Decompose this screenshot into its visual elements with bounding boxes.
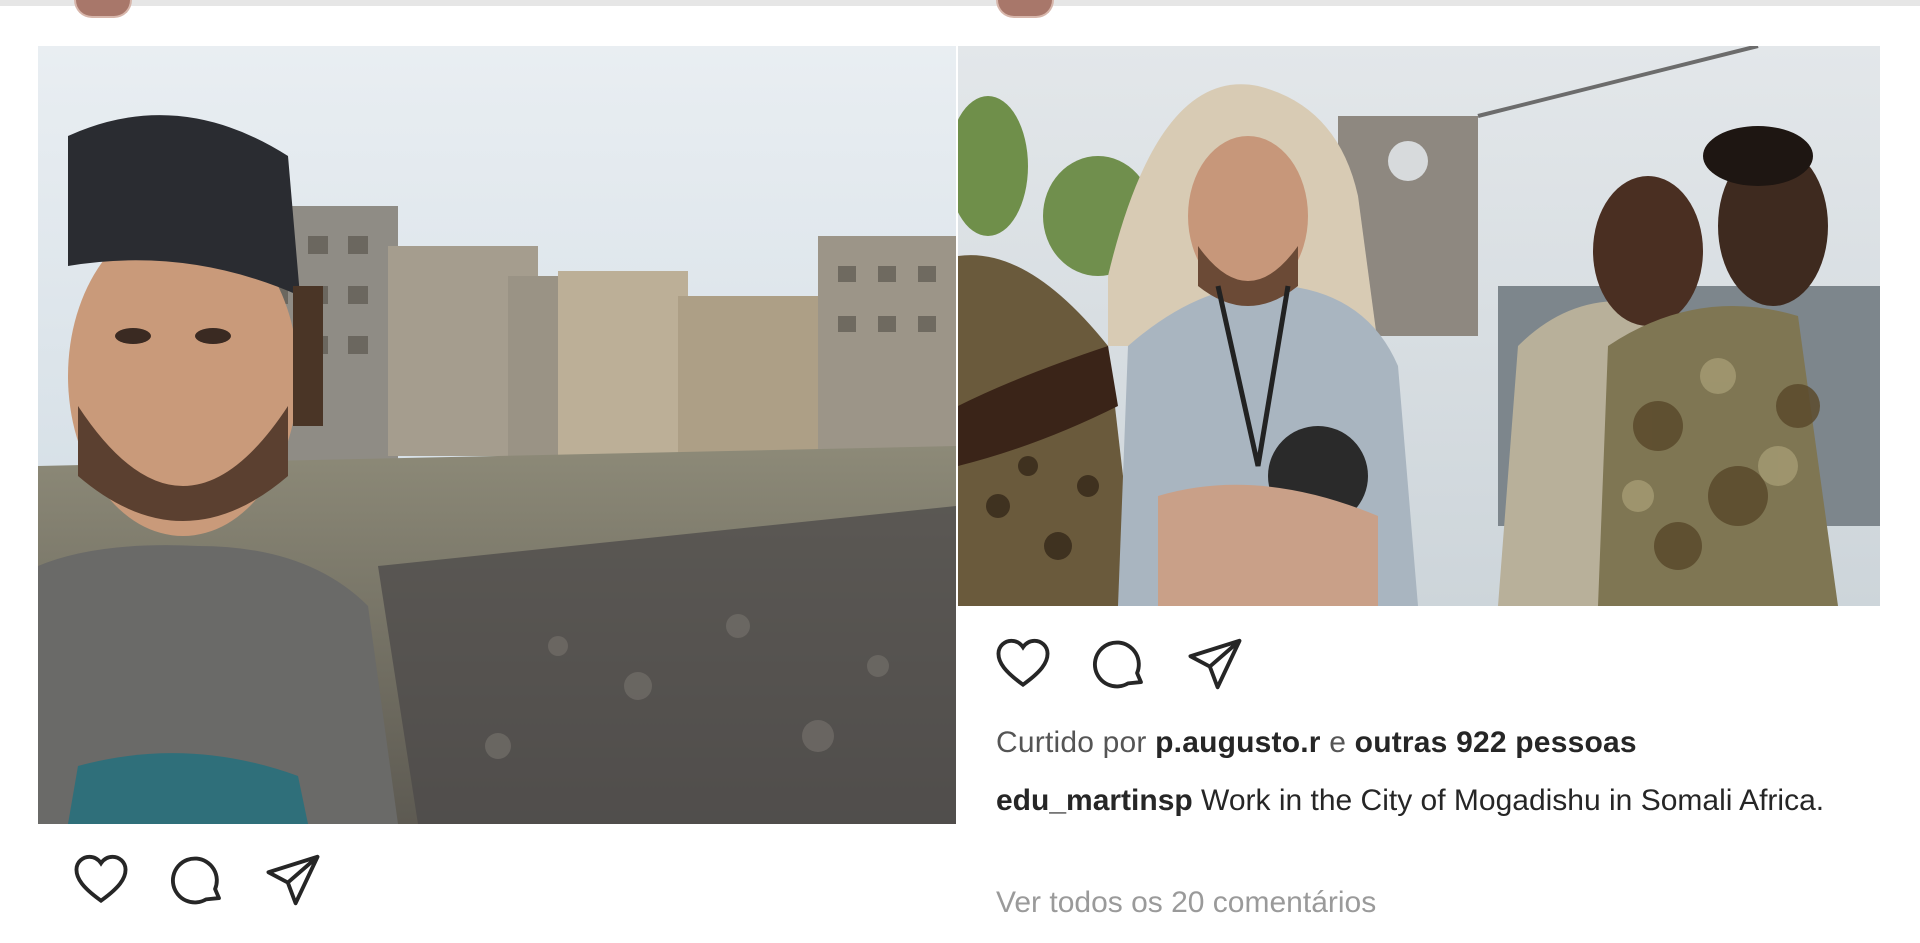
- post-caption: edu_martinsp Work in the City of Mogadis…: [996, 782, 1846, 820]
- post-right: Curtido por p.augusto.r e outras 922 pes…: [958, 46, 1880, 943]
- likes-prefix: Curtido por: [996, 726, 1147, 759]
- post-photo[interactable]: [38, 46, 956, 824]
- liker-username[interactable]: p.augusto.r: [1155, 726, 1321, 759]
- likes-count[interactable]: outras 922 pessoas: [1355, 726, 1637, 759]
- view-all-comments-link[interactable]: Ver todos os 20 comentários: [996, 886, 1376, 920]
- comment-icon[interactable]: [1088, 633, 1150, 695]
- post-photo[interactable]: [958, 46, 1880, 606]
- action-bar: [992, 636, 1246, 692]
- heart-icon[interactable]: [992, 633, 1054, 695]
- caption-username[interactable]: edu_martinsp: [996, 784, 1193, 817]
- caption-text: Work in the City of Mogadishu in Somali …: [1192, 784, 1825, 817]
- top-divider: [0, 0, 1920, 6]
- share-icon[interactable]: [1184, 633, 1246, 695]
- comment-icon[interactable]: [166, 849, 228, 911]
- avatar[interactable]: [996, 0, 1054, 18]
- likes-line: Curtido por p.augusto.r e outras 922 pes…: [996, 726, 1637, 760]
- action-bar: [70, 852, 324, 908]
- avatar[interactable]: [74, 0, 132, 18]
- likes-conjunction: e: [1329, 726, 1347, 759]
- post-left: [38, 46, 956, 943]
- heart-icon[interactable]: [70, 849, 132, 911]
- share-icon[interactable]: [262, 849, 324, 911]
